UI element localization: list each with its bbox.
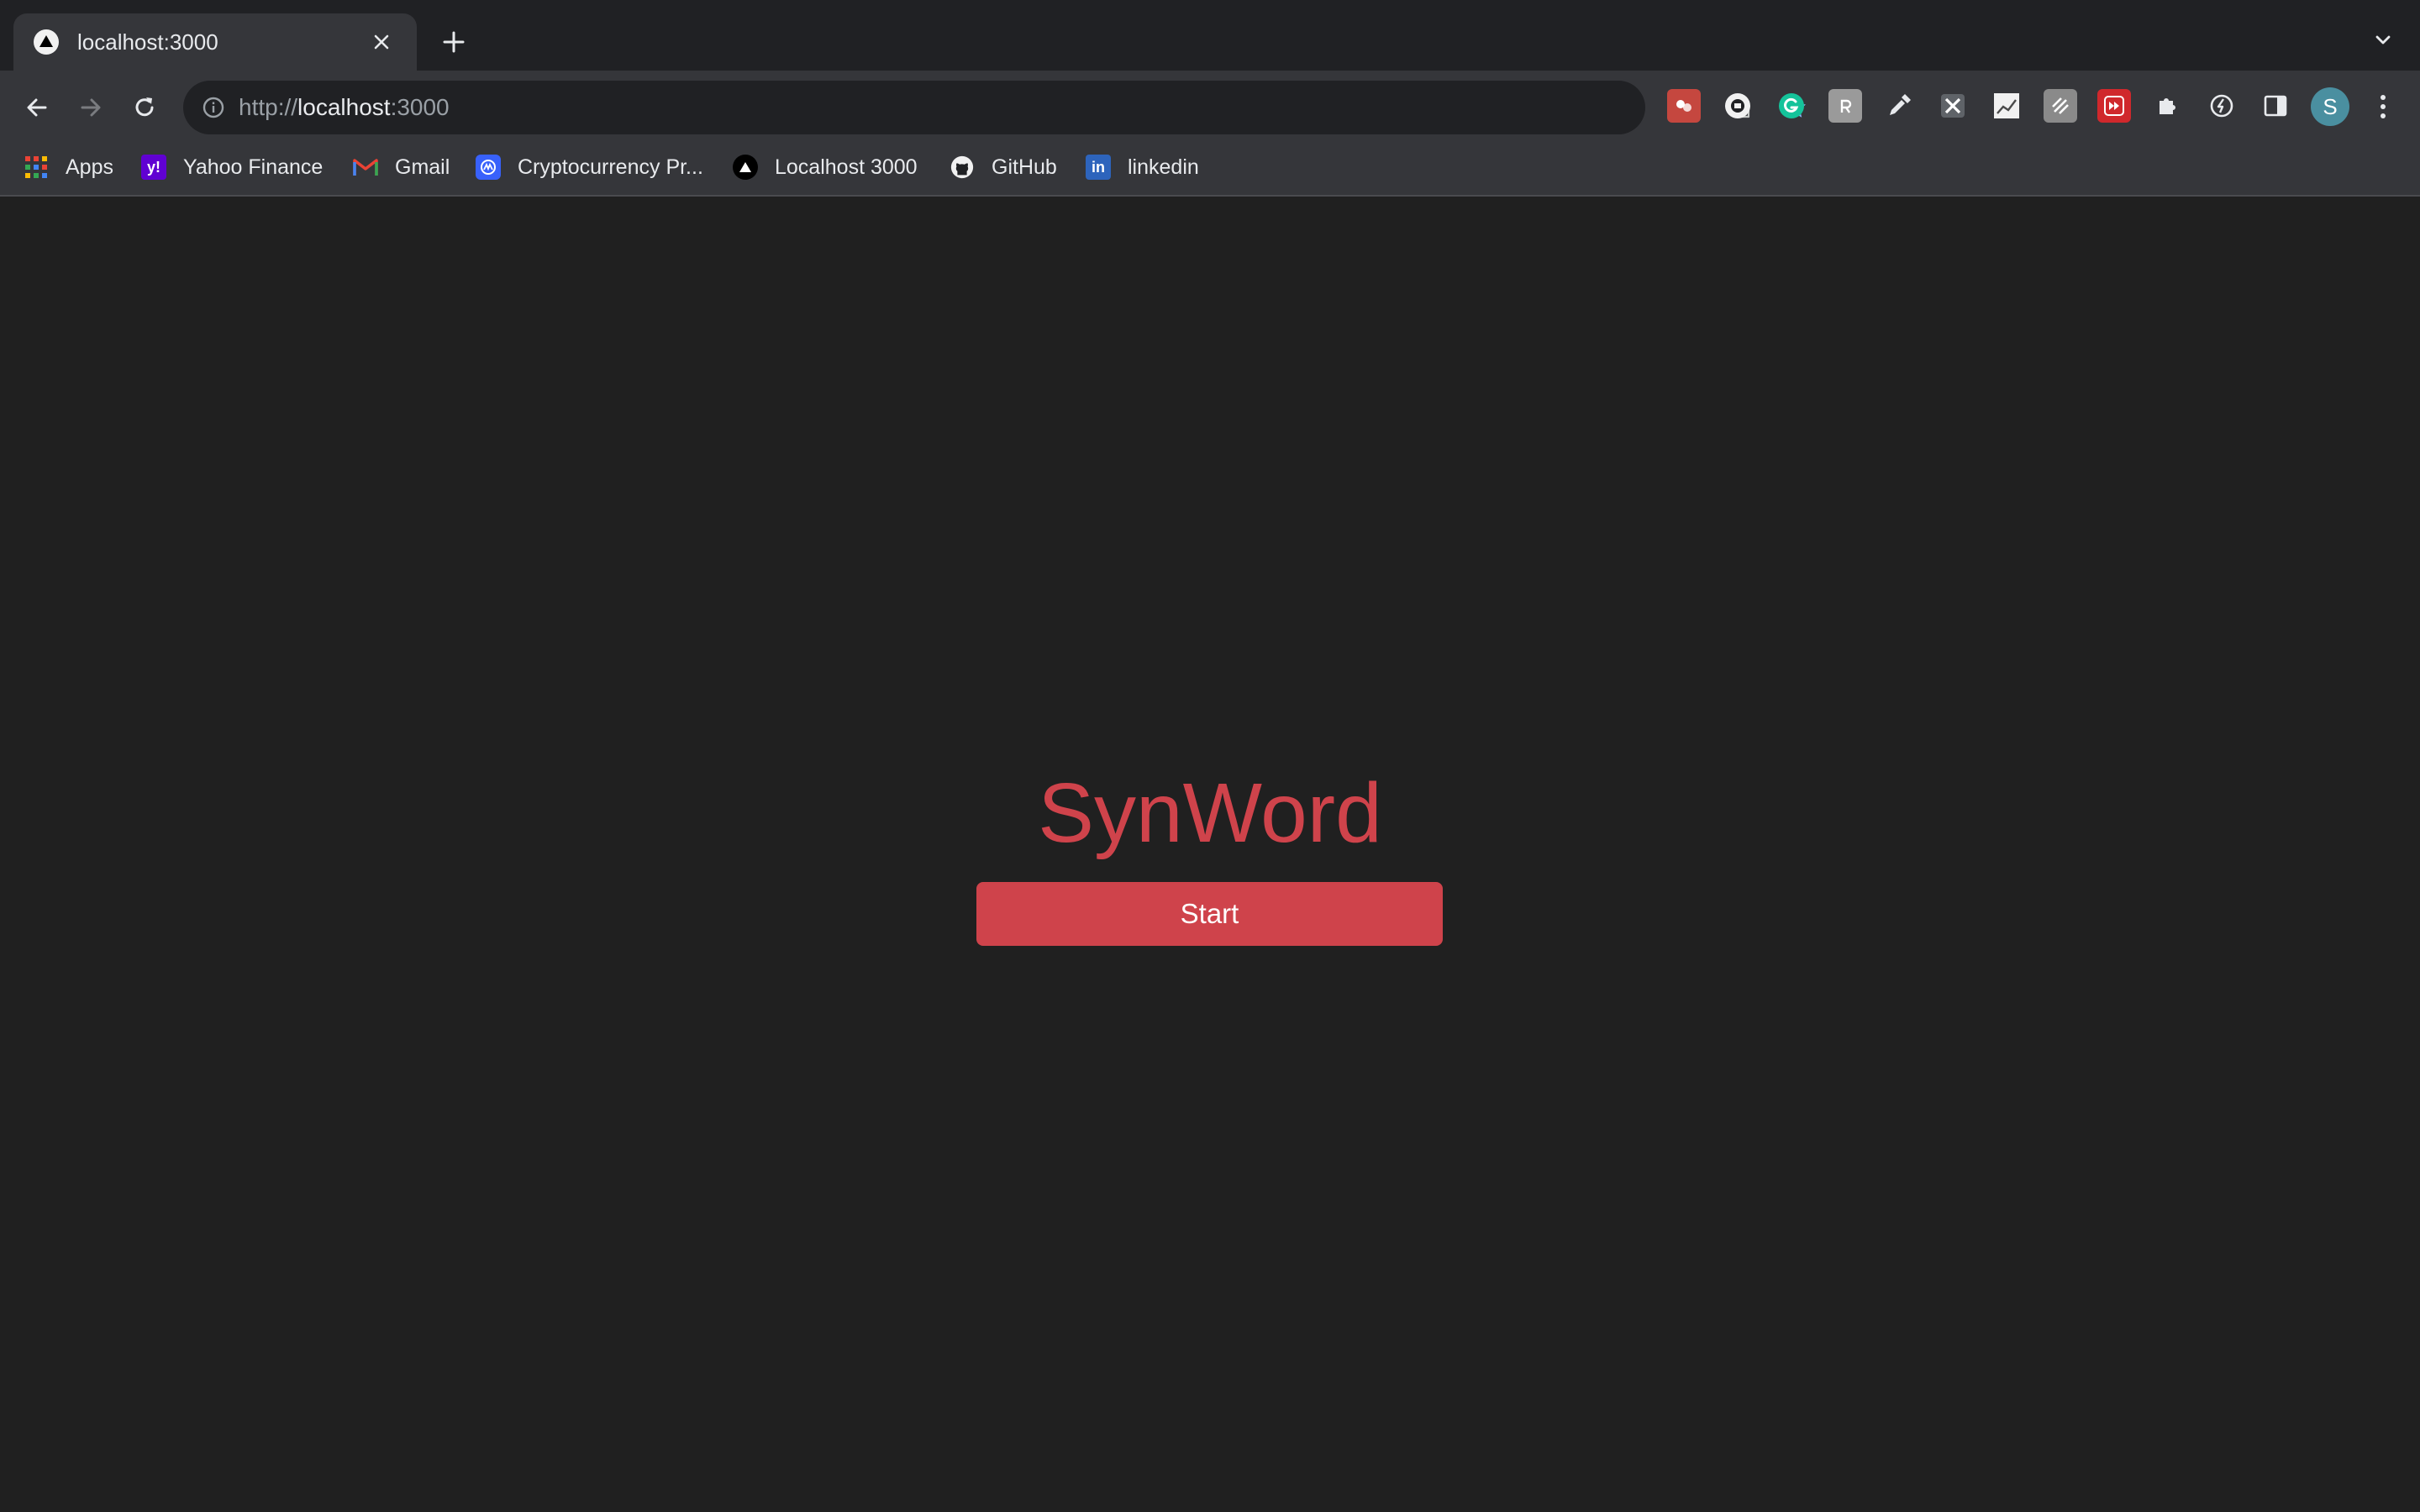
bookmark-label: GitHub	[992, 155, 1057, 179]
triangle-icon	[733, 155, 758, 180]
side-panel-icon[interactable]	[2259, 89, 2292, 123]
bookmark-apps[interactable]: Apps	[24, 148, 113, 186]
url-host: localhost	[297, 94, 391, 120]
browser-window: localhost:3000 http://localhost:3000 S A…	[0, 0, 2420, 1512]
chevron-down-icon[interactable]	[2366, 24, 2400, 57]
bookmark-label: Gmail	[395, 155, 450, 179]
tab-title: localhost:3000	[77, 29, 218, 55]
url-scheme: http://	[239, 94, 298, 120]
bookmarks-bar: Apps y! Yahoo Finance Gmail Cryptocurren…	[0, 139, 2420, 197]
bookmark-yahoo-finance[interactable]: y! Yahoo Finance	[141, 148, 323, 186]
close-icon[interactable]	[366, 27, 397, 57]
bookmark-localhost-3000[interactable]: Localhost 3000	[733, 148, 918, 186]
reload-icon[interactable]	[124, 87, 165, 128]
page-viewport: SynWord Start	[0, 197, 2420, 1512]
start-button[interactable]: Start	[976, 882, 1443, 946]
extension-x-icon[interactable]	[1936, 89, 1970, 123]
bookmark-label: Localhost 3000	[775, 155, 918, 179]
more-vert-icon[interactable]	[2368, 87, 2398, 126]
performance-icon[interactable]	[2205, 89, 2238, 123]
back-arrow-icon[interactable]	[17, 87, 57, 128]
new-tab-plus-icon[interactable]	[435, 24, 472, 60]
tab-active[interactable]: localhost:3000	[13, 13, 417, 71]
extension-fastforward-icon[interactable]	[2097, 89, 2131, 123]
yahoo-icon: y!	[141, 155, 166, 180]
gmail-icon	[353, 155, 378, 180]
chart-icon[interactable]	[1990, 89, 2023, 123]
apps-grid-icon	[24, 155, 49, 180]
triangle-favicon-icon	[34, 29, 59, 55]
tab-strip: localhost:3000	[0, 0, 2420, 71]
extension-slash-icon[interactable]	[2044, 89, 2077, 123]
coinmarketcap-icon	[476, 155, 501, 180]
url-text: http://localhost:3000	[239, 81, 450, 134]
address-bar[interactable]: http://localhost:3000	[183, 81, 1806, 134]
bookmark-gmail[interactable]: Gmail	[353, 148, 450, 186]
bookmark-github[interactable]: GitHub	[950, 148, 1057, 186]
bookmark-label: linkedin	[1128, 155, 1199, 179]
bookmark-cryptocurrency[interactable]: Cryptocurrency Pr...	[476, 148, 703, 186]
bookmark-label: Apps	[66, 155, 113, 179]
info-icon[interactable]	[200, 94, 227, 121]
bookmark-label: Cryptocurrency Pr...	[518, 155, 703, 179]
app-title: SynWord	[1038, 766, 1382, 860]
extension-gray-icon[interactable]	[1828, 89, 1862, 123]
eyedropper-icon[interactable]	[1882, 89, 1916, 123]
linkedin-icon: in	[1086, 155, 1111, 180]
forward-arrow-icon[interactable]	[71, 87, 111, 128]
puzzle-extensions-icon[interactable]	[2151, 89, 2185, 123]
extension-red-icon[interactable]	[1667, 89, 1701, 123]
profile-avatar[interactable]: S	[2311, 87, 2349, 126]
url-port: :3000	[390, 94, 450, 120]
bookmark-linkedin[interactable]: in linkedin	[1086, 148, 1199, 186]
grammarly-icon[interactable]	[1775, 89, 1808, 123]
extension-circle-icon[interactable]	[1721, 89, 1754, 123]
github-icon	[950, 155, 975, 180]
bookmark-label: Yahoo Finance	[183, 155, 324, 179]
